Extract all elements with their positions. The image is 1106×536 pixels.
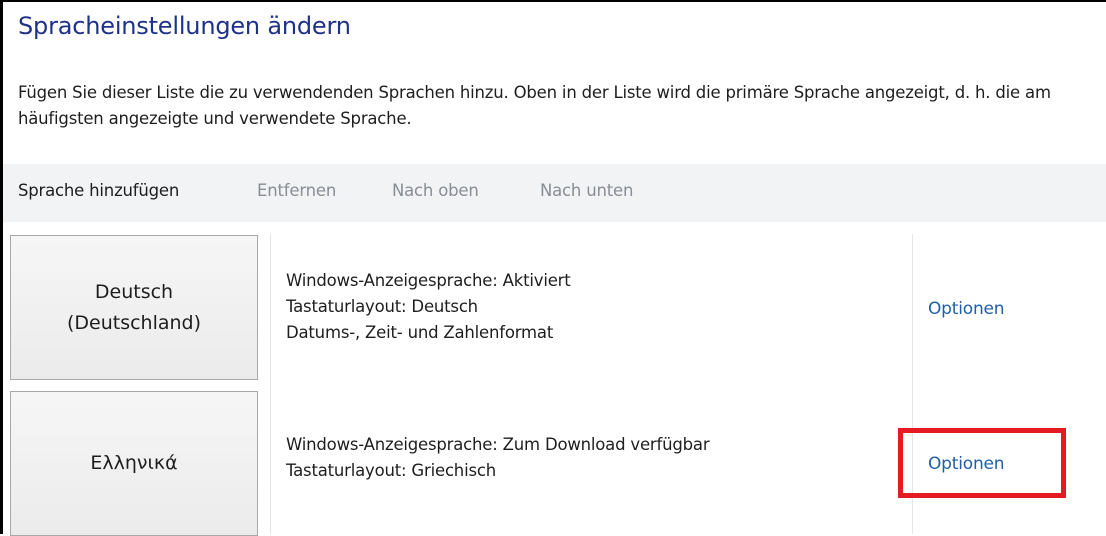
keyboard-layout: Tastaturlayout: Deutsch: [286, 297, 478, 316]
date-time-number-format: Datums-, Zeit- und Zahlenformat: [286, 323, 554, 342]
column-divider: [270, 234, 271, 534]
language-tile-deutsch[interactable]: Deutsch (Deutschland): [10, 235, 258, 380]
remove-language-button[interactable]: Entfernen: [257, 181, 336, 200]
language-details-deutsch: Windows-Anzeigesprache: Aktiviert Tastat…: [286, 268, 571, 346]
display-language-status: Windows-Anzeigesprache: Aktiviert: [286, 271, 571, 290]
highlight-annotation-box: [898, 428, 1066, 498]
language-name: Deutsch: [94, 280, 174, 303]
move-down-button[interactable]: Nach unten: [540, 181, 633, 200]
language-name: Ελληνικά: [90, 452, 178, 474]
page-description: Fügen Sie dieser Liste die zu verwendend…: [18, 83, 1051, 128]
move-up-button[interactable]: Nach oben: [392, 181, 479, 200]
language-details-greek: Windows-Anzeigesprache: Zum Download ver…: [286, 432, 710, 484]
language-region: (Deutschland): [66, 311, 202, 334]
language-toolbar: Sprache hinzufügen Entfernen Nach oben N…: [3, 164, 1106, 222]
options-link-deutsch[interactable]: Optionen: [928, 299, 1005, 319]
add-language-button[interactable]: Sprache hinzufügen: [18, 181, 179, 200]
language-list: Deutsch (Deutschland) Windows-Anzeigespr…: [0, 222, 1106, 536]
language-tile-greek[interactable]: Ελληνικά: [10, 391, 258, 536]
frame-top-border: [0, 0, 1106, 2]
keyboard-layout: Tastaturlayout: Griechisch: [286, 461, 496, 480]
display-language-status: Windows-Anzeigesprache: Zum Download ver…: [286, 435, 710, 454]
page-title: Spracheinstellungen ändern: [18, 12, 351, 40]
